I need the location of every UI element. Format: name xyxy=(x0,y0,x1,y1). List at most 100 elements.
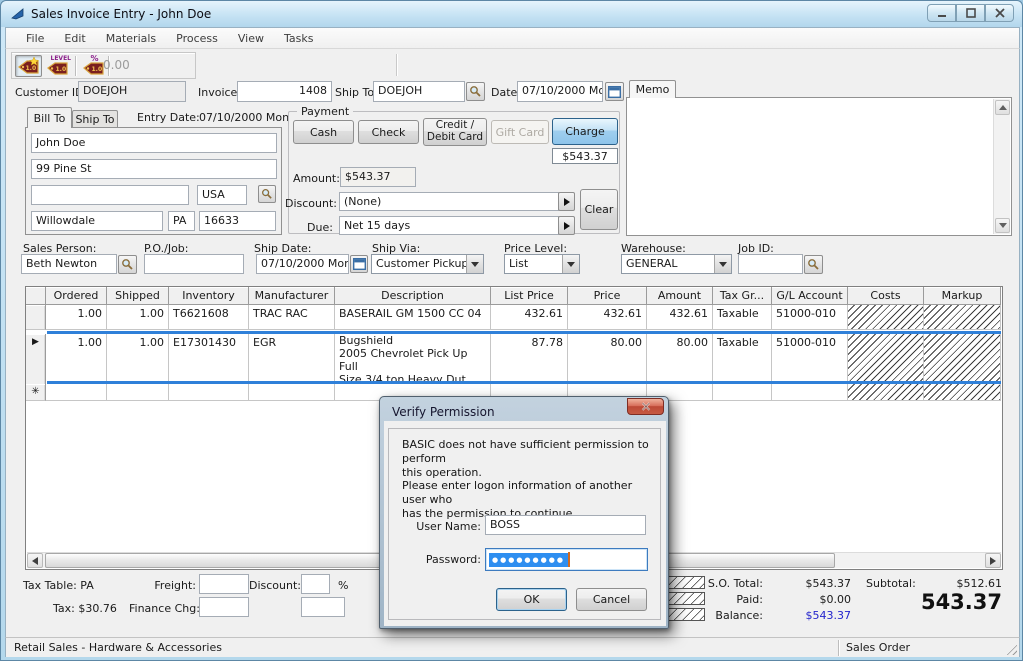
price-level-combo[interactable]: List xyxy=(504,254,580,274)
city-field[interactable]: Willowdale xyxy=(31,211,163,231)
menu-edit[interactable]: Edit xyxy=(54,29,95,48)
sales-person-field[interactable]: Beth Newton xyxy=(21,254,117,274)
cell-list-price[interactable]: 87.78 xyxy=(491,334,568,384)
zip-field[interactable]: 16633 xyxy=(199,211,276,231)
tab-memo[interactable]: Memo xyxy=(629,80,676,98)
col-description[interactable]: Description xyxy=(335,287,491,305)
cell-amount[interactable]: 432.61 xyxy=(647,305,713,330)
charge-button[interactable]: Charge xyxy=(552,118,618,145)
close-button[interactable] xyxy=(985,4,1014,22)
cell-ordered[interactable]: 1.00 xyxy=(46,305,107,330)
memo-panel[interactable] xyxy=(626,97,1012,236)
col-price[interactable]: Price xyxy=(568,287,647,305)
price-level-button[interactable]: LEVEL 1.0 xyxy=(44,55,71,77)
freight-field[interactable] xyxy=(199,574,249,594)
cell-description[interactable]: Bugshield 2005 Chevrolet Pick Up Full Si… xyxy=(335,334,491,384)
finance-chg-field[interactable] xyxy=(199,597,249,617)
cell-tax-group[interactable] xyxy=(713,384,772,401)
cell-price[interactable]: 432.61 xyxy=(568,305,647,330)
memo-text[interactable] xyxy=(631,101,989,232)
table-row[interactable]: 1.00 1.00 T6621608 TRAC RAC BASERAIL GM … xyxy=(26,305,1001,330)
cell-gl-account[interactable] xyxy=(772,384,848,401)
due-drop-button[interactable] xyxy=(558,216,575,235)
tab-ship-to[interactable]: Ship To xyxy=(72,110,118,128)
title-bar[interactable]: Sales Invoice Entry - John Doe xyxy=(1,1,1022,27)
scroll-left-button[interactable] xyxy=(27,553,43,568)
discount-drop-button[interactable] xyxy=(558,192,575,211)
cell-ordered[interactable]: 1.00 xyxy=(46,334,107,384)
memo-vertical-scrollbar[interactable] xyxy=(993,99,1010,234)
combo-drop-button[interactable] xyxy=(562,255,579,273)
cell-manufacturer[interactable]: EGR xyxy=(249,334,335,384)
col-tax-group[interactable]: Tax Gr... xyxy=(713,287,772,305)
cancel-button[interactable]: Cancel xyxy=(576,588,647,611)
cell-description[interactable]: BASERAIL GM 1500 CC 04 xyxy=(335,305,491,330)
cell-manufacturer[interactable]: TRAC RAC xyxy=(249,305,335,330)
menu-process[interactable]: Process xyxy=(166,29,228,48)
discount-percent-field[interactable] xyxy=(301,574,330,594)
ship-to-lookup-button[interactable] xyxy=(466,82,485,101)
password-field[interactable]: ●●●●●●●●● xyxy=(485,548,648,571)
bill-to-address1-field[interactable]: 99 Pine St xyxy=(31,159,277,179)
tab-bill-to[interactable]: Bill To xyxy=(27,107,72,128)
warehouse-combo[interactable]: GENERAL xyxy=(621,254,732,274)
combo-drop-button[interactable] xyxy=(466,255,483,273)
combo-drop-button[interactable] xyxy=(714,255,731,273)
new-price-tag-button[interactable]: 1.0 xyxy=(15,55,42,77)
col-ordered[interactable]: Ordered xyxy=(46,287,107,305)
cell-tax-group[interactable]: Taxable xyxy=(713,305,772,330)
cell-shipped[interactable]: 1.00 xyxy=(107,334,169,384)
credit-debit-card-button[interactable]: Credit / Debit Card xyxy=(423,118,487,146)
scroll-right-button[interactable] xyxy=(985,553,1001,568)
cell-ordered[interactable] xyxy=(46,384,107,401)
ship-via-combo[interactable]: Customer Pickup xyxy=(371,254,484,274)
cell-manufacturer[interactable] xyxy=(249,384,335,401)
col-gl-account[interactable]: G/L Account xyxy=(772,287,848,305)
col-costs[interactable]: Costs xyxy=(848,287,924,305)
col-inventory[interactable]: Inventory xyxy=(169,287,249,305)
sales-person-lookup-button[interactable] xyxy=(118,255,137,274)
cell-gl-account[interactable]: 51000-010 xyxy=(772,305,848,330)
cash-button[interactable]: Cash xyxy=(293,120,354,144)
col-manufacturer[interactable]: Manufacturer xyxy=(249,287,335,305)
job-id-lookup-button[interactable] xyxy=(804,255,823,274)
menu-materials[interactable]: Materials xyxy=(96,29,166,48)
due-field[interactable]: Net 15 days xyxy=(339,216,559,235)
menu-tasks[interactable]: Tasks xyxy=(274,29,323,48)
clear-button[interactable]: Clear xyxy=(580,189,618,230)
col-amount[interactable]: Amount xyxy=(647,287,713,305)
po-job-field[interactable] xyxy=(144,254,244,274)
cell-tax-group[interactable]: Taxable xyxy=(713,334,772,384)
cell-inventory[interactable]: E17301430 xyxy=(169,334,249,384)
invoice-field[interactable]: 1408 xyxy=(237,81,332,102)
maximize-button[interactable] xyxy=(956,4,985,22)
cell-gl-account[interactable]: 51000-010 xyxy=(772,334,848,384)
check-button[interactable]: Check xyxy=(358,120,419,144)
col-markup[interactable]: Markup xyxy=(924,287,1001,305)
ship-date-field[interactable]: 07/10/2000 Mon xyxy=(256,254,349,274)
minimize-button[interactable] xyxy=(927,4,956,22)
cell-list-price[interactable]: 432.61 xyxy=(491,305,568,330)
customer-id-field[interactable]: DOEJOH xyxy=(78,81,186,102)
scroll-down-button[interactable] xyxy=(995,218,1010,233)
bill-to-address2-field[interactable] xyxy=(31,185,189,205)
job-id-field[interactable] xyxy=(738,254,803,274)
cell-shipped[interactable] xyxy=(107,384,169,401)
ship-to-field[interactable]: DOEJOH xyxy=(373,81,465,102)
discount-field[interactable]: (None) xyxy=(339,192,559,211)
gift-card-button[interactable]: Gift Card xyxy=(491,120,549,144)
dialog-close-button[interactable] xyxy=(627,398,664,415)
state-field[interactable]: PA xyxy=(168,211,195,231)
cell-inventory[interactable]: T6621608 xyxy=(169,305,249,330)
date-field[interactable]: 07/10/2000 Mon xyxy=(517,81,603,102)
user-name-field[interactable]: BOSS xyxy=(485,515,646,535)
ship-date-calendar-button[interactable] xyxy=(350,255,368,273)
col-shipped[interactable]: Shipped xyxy=(107,287,169,305)
country-field[interactable]: USA xyxy=(197,185,247,205)
bill-to-name-field[interactable]: John Doe xyxy=(31,133,277,153)
date-calendar-button[interactable] xyxy=(605,82,624,101)
resize-grip[interactable] xyxy=(1004,642,1017,655)
menu-file[interactable]: File xyxy=(16,29,54,48)
discount-amount-field[interactable] xyxy=(301,597,345,617)
scroll-up-button[interactable] xyxy=(995,100,1010,115)
